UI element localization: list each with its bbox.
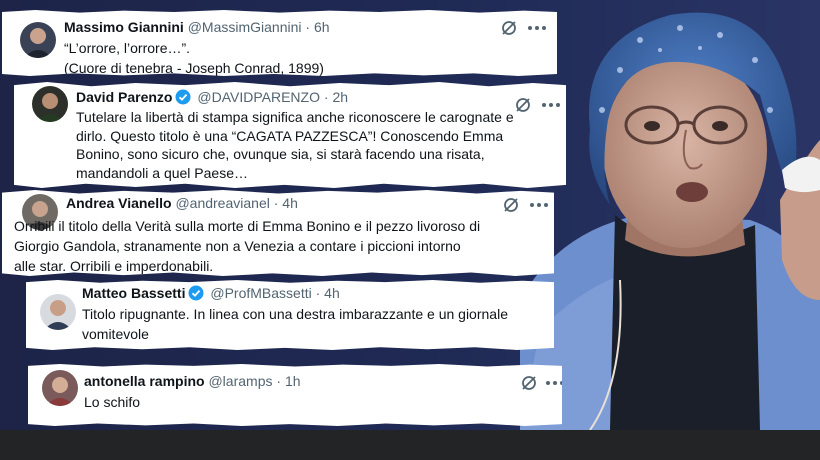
tweet-line: Tutelare la libertà di stampa significa … (76, 109, 514, 125)
footer-bar (0, 430, 820, 460)
more-options-icon[interactable] (546, 380, 562, 386)
avatar[interactable] (42, 370, 78, 406)
timestamp[interactable]: 2h (332, 89, 348, 105)
verified-badge-icon (175, 89, 191, 105)
author-handle[interactable]: @MassimGiannini (188, 19, 302, 35)
separator: · (276, 373, 282, 389)
tweet-line: Lo schifo (84, 394, 141, 410)
grok-icon[interactable] (520, 374, 538, 392)
tweet-line: Orribili il titolo della Verità sulla mo… (14, 218, 481, 234)
tweet-header: David Parenzo @DAVIDPARENZO · 2h (76, 88, 348, 106)
author-name[interactable]: David Parenzo (76, 89, 172, 105)
tweet-text: Tutelare la libertà di stampa significa … (76, 108, 514, 182)
tweet-card[interactable]: Massimo Giannini @MassimGiannini · 6h “L… (2, 10, 557, 76)
more-options-icon[interactable] (528, 25, 546, 31)
tweet-line: Giorgio Gandola, stranamente non a Venez… (14, 238, 461, 254)
tweet-line: “L’orrore, l’orrore…”. (64, 40, 191, 56)
woman-photo (520, 0, 820, 430)
author-name[interactable]: Andrea Vianello (66, 195, 172, 211)
grok-icon[interactable] (500, 19, 518, 37)
tweet-header: Andrea Vianello @andreavianel · 4h (66, 194, 298, 212)
separator: · (305, 19, 311, 35)
more-options-icon[interactable] (530, 202, 548, 208)
more-options-icon[interactable] (542, 102, 560, 108)
tweet-header: Massimo Giannini @MassimGiannini · 6h (64, 18, 330, 36)
author-name[interactable]: Massimo Giannini (64, 19, 184, 35)
grok-icon[interactable] (514, 96, 532, 114)
author-handle[interactable]: @ProfMBassetti (210, 285, 311, 301)
tweet-line: Titolo ripugnante. In linea con una dest… (82, 306, 508, 322)
avatar[interactable] (40, 294, 76, 330)
timestamp[interactable]: 6h (314, 19, 330, 35)
tweet-text: Titolo ripugnante. In linea con una dest… (82, 304, 508, 344)
tweet-text: Orribili il titolo della Verità sulla mo… (14, 216, 480, 276)
tweet-line: vomitevole (82, 326, 149, 342)
timestamp[interactable]: 4h (282, 195, 298, 211)
author-name[interactable]: antonella rampino (84, 373, 205, 389)
tweet-header: Matteo Bassetti @ProfMBassetti · 4h (82, 284, 340, 302)
tweet-line: Bonino, sono sicuro che, ovunque sia, si… (76, 146, 485, 162)
tweet-card[interactable]: antonella rampino @laramps · 1h Lo schif… (28, 364, 562, 426)
tweet-line: mandandoli a quel Paese… (76, 164, 249, 181)
tweet-text: “L’orrore, l’orrore…”. (Cuore di tenebra… (64, 38, 324, 76)
tweet-card[interactable]: Andrea Vianello @andreavianel · 4h Orrib… (2, 190, 554, 276)
tweet-header: antonella rampino @laramps · 1h (84, 372, 301, 390)
tweet-text: Lo schifo (84, 392, 140, 412)
tweet-line: dirlo. Questo titolo è una “CAGATA PAZZE… (76, 127, 504, 144)
tweet-line: alle star. Orribili e imperdonabili. (14, 258, 214, 274)
separator: · (273, 195, 279, 211)
avatar[interactable] (20, 22, 56, 58)
author-handle[interactable]: @DAVIDPARENZO (197, 89, 320, 105)
avatar[interactable] (32, 86, 68, 122)
author-handle[interactable]: @andreavianel (175, 195, 269, 211)
author-name[interactable]: Matteo Bassetti (82, 285, 185, 301)
timestamp[interactable]: 4h (324, 285, 340, 301)
grok-icon[interactable] (502, 196, 520, 214)
tweet-card[interactable]: Matteo Bassetti @ProfMBassetti · 4h Tito… (26, 280, 554, 350)
separator: · (315, 285, 321, 301)
separator: · (323, 89, 329, 105)
tweet-card[interactable]: David Parenzo @DAVIDPARENZO · 2h Tutelar… (14, 82, 566, 188)
timestamp[interactable]: 1h (285, 373, 301, 389)
verified-badge-icon (188, 285, 204, 301)
author-handle[interactable]: @laramps (208, 373, 272, 389)
